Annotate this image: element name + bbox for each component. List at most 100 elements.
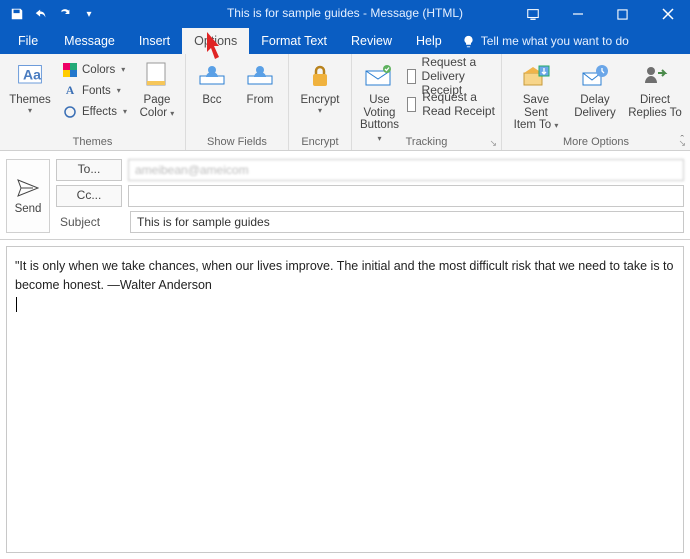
- redo-icon[interactable]: [54, 3, 76, 25]
- cc-button[interactable]: Cc...: [56, 185, 122, 207]
- read-receipt-label: Request a Read Receipt: [422, 90, 495, 118]
- subject-label: Subject: [56, 215, 124, 229]
- effects-icon: [62, 104, 78, 120]
- group-more-options: Save Sent Item To ▾ Delay Delivery: [502, 54, 690, 150]
- maximize-button[interactable]: [600, 0, 645, 28]
- save-icon[interactable]: [6, 3, 28, 25]
- encrypt-button[interactable]: Encrypt ▾: [295, 58, 345, 122]
- lightbulb-icon: [462, 35, 475, 48]
- bcc-label: Bcc: [202, 94, 221, 107]
- group-label-show-fields: Show Fields: [192, 134, 282, 150]
- chevron-down-icon: ▾: [170, 109, 174, 118]
- compose-header: Send To... ameibean@ameicom Cc... Subjec…: [0, 151, 690, 240]
- send-label: Send: [15, 203, 42, 215]
- fonts-icon: A: [62, 83, 78, 99]
- close-button[interactable]: [645, 0, 690, 28]
- group-label-tracking[interactable]: Tracking: [358, 134, 495, 150]
- save-sent-item-to-button[interactable]: Save Sent Item To ▾: [508, 58, 564, 122]
- save-sent-label-1: Save Sent: [510, 94, 562, 119]
- voting-buttons-button[interactable]: Use Voting Buttons ▾: [358, 58, 401, 122]
- group-label-more-options[interactable]: More Options: [508, 134, 684, 150]
- qat-customize-icon[interactable]: ▾: [78, 3, 100, 25]
- group-label-themes: Themes: [6, 134, 179, 150]
- ribbon: Aa Themes ▾ Colors ▾: [0, 54, 690, 151]
- tab-options[interactable]: Options: [182, 28, 249, 54]
- to-field[interactable]: ameibean@ameicom: [128, 159, 684, 181]
- tab-format-text[interactable]: Format Text: [249, 28, 339, 54]
- voting-icon: [363, 60, 395, 92]
- group-show-fields: Bcc From Show Fields: [186, 54, 289, 150]
- fonts-label: Fonts: [82, 85, 111, 97]
- lock-icon: [304, 60, 336, 92]
- tab-help[interactable]: Help: [404, 28, 454, 54]
- colors-button[interactable]: Colors ▾: [60, 60, 129, 80]
- message-body-editor[interactable]: "It is only when we take chances, when o…: [6, 246, 684, 553]
- themes-button[interactable]: Aa Themes ▾: [6, 58, 54, 122]
- encrypt-label: Encrypt: [300, 94, 339, 107]
- from-icon: [244, 60, 276, 92]
- cc-field[interactable]: [128, 185, 684, 207]
- quick-access-toolbar: ▾: [0, 0, 100, 28]
- text-cursor-icon: [16, 297, 17, 312]
- bcc-icon: [196, 60, 228, 92]
- checkbox-icon: [407, 97, 416, 112]
- page-color-label-1: Page: [140, 94, 175, 107]
- to-button[interactable]: To...: [56, 159, 122, 181]
- subject-field[interactable]: This is for sample guides: [130, 211, 684, 233]
- colors-label: Colors: [82, 64, 115, 76]
- tell-me-search[interactable]: Tell me what you want to do: [462, 28, 629, 54]
- group-tracking: Use Voting Buttons ▾ Request a Delivery …: [352, 54, 502, 150]
- fonts-button[interactable]: A Fonts ▾: [60, 81, 129, 101]
- tab-review[interactable]: Review: [339, 28, 404, 54]
- ribbon-tabs: File Message Insert Options Format Text …: [0, 28, 690, 54]
- bcc-button[interactable]: Bcc: [192, 58, 232, 122]
- group-encrypt: Encrypt ▾ Encrypt: [289, 54, 352, 150]
- undo-icon[interactable]: [30, 3, 52, 25]
- svg-text:Aa: Aa: [23, 67, 41, 83]
- ribbon-display-options-icon[interactable]: [510, 0, 555, 28]
- direct-label-2: Replies To: [628, 107, 682, 120]
- tab-message[interactable]: Message: [52, 28, 127, 54]
- delay-delivery-button[interactable]: Delay Delivery: [570, 58, 620, 122]
- group-label-encrypt: Encrypt: [295, 134, 345, 150]
- from-label: From: [247, 94, 274, 107]
- themes-label: Themes: [9, 94, 51, 107]
- chevron-down-icon: ▾: [121, 66, 125, 74]
- chevron-down-icon: ▾: [123, 108, 127, 116]
- direct-replies-icon: [639, 60, 671, 92]
- group-themes: Aa Themes ▾ Colors ▾: [0, 54, 186, 150]
- collapse-ribbon-icon[interactable]: ˆ: [680, 134, 684, 146]
- request-delivery-receipt-checkbox[interactable]: Request a Delivery Receipt: [407, 66, 495, 86]
- direct-label-1: Direct: [628, 94, 682, 107]
- effects-button[interactable]: Effects ▾: [60, 102, 129, 122]
- tell-me-label: Tell me what you want to do: [481, 34, 629, 48]
- voting-label-1: Use Voting: [360, 94, 399, 119]
- chevron-down-icon: ▾: [300, 107, 339, 115]
- send-button[interactable]: Send: [6, 159, 50, 233]
- effects-label: Effects: [82, 106, 117, 118]
- message-body-text: "It is only when we take chances, when o…: [15, 259, 673, 292]
- delay-label-1: Delay: [574, 94, 616, 107]
- delay-delivery-icon: [579, 60, 611, 92]
- chevron-down-icon: ▾: [9, 107, 51, 115]
- direct-replies-to-button[interactable]: Direct Replies To: [626, 58, 684, 122]
- page-color-label-2: Color: [140, 107, 167, 119]
- page-color-icon: [141, 60, 173, 92]
- save-sent-label-2: Item To: [514, 119, 552, 131]
- themes-icon: Aa: [14, 60, 46, 92]
- tab-file[interactable]: File: [4, 28, 52, 54]
- colors-icon: [62, 62, 78, 78]
- voting-label-2: Buttons: [360, 119, 399, 131]
- request-read-receipt-checkbox[interactable]: Request a Read Receipt: [407, 94, 495, 114]
- save-sent-icon: [520, 60, 552, 92]
- send-icon: [17, 178, 39, 200]
- chevron-down-icon: ▾: [117, 87, 121, 95]
- delay-label-2: Delivery: [574, 107, 616, 120]
- tab-insert[interactable]: Insert: [127, 28, 182, 54]
- title-bar: ▾ This is for sample guides - Message (H…: [0, 0, 690, 28]
- page-color-button[interactable]: Page Color ▾: [135, 58, 179, 122]
- checkbox-icon: [407, 69, 416, 84]
- chevron-down-icon: ▾: [554, 121, 558, 130]
- from-button[interactable]: From: [238, 58, 282, 122]
- minimize-button[interactable]: [555, 0, 600, 28]
